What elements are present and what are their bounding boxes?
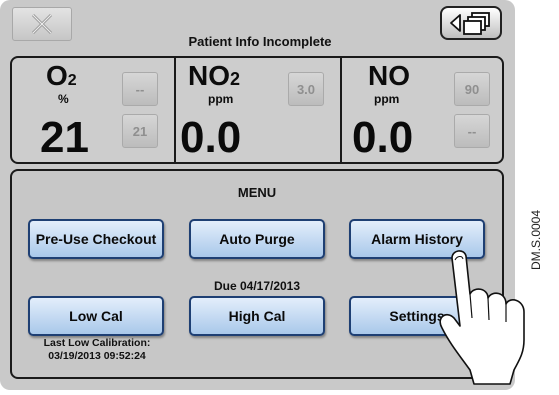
gas-value: 0.0: [180, 113, 242, 162]
close-x-icon: [31, 13, 53, 35]
low-alarm-limit[interactable]: --: [454, 114, 490, 148]
figure-code-text: DM.S.0004: [529, 209, 543, 271]
close-button[interactable]: [12, 7, 72, 41]
pre-use-checkout-button[interactable]: Pre-Use Checkout: [28, 219, 164, 259]
low-cal-button[interactable]: Low Cal: [28, 296, 164, 336]
high-alarm-limit[interactable]: 3.0: [288, 72, 324, 106]
high-alarm-limit[interactable]: 90: [454, 72, 490, 106]
low-alarm-limit[interactable]: 21: [122, 114, 158, 148]
gas-column-o2: O2 % 21 -- 21: [12, 58, 174, 162]
gas-label: NO2: [188, 60, 241, 91]
gas-value: 21: [40, 113, 89, 162]
last-low-cal-time: 03/19/2013 09:52:24: [48, 350, 146, 362]
overlapping-windows-icon: [450, 12, 490, 35]
gas-readout-panel: O2 % 21 -- 21 NO2 ppm 0.0 3.0 NO ppm 0.0…: [10, 56, 504, 164]
menu-title: MENU: [237, 185, 277, 200]
high-alarm-limit[interactable]: --: [122, 72, 158, 106]
high-cal-button[interactable]: High Cal: [189, 296, 325, 336]
gas-label: NO: [368, 60, 410, 91]
gas-unit: %: [58, 92, 69, 106]
last-low-cal-label: Last Low Calibration:: [43, 337, 151, 349]
high-cal-due-date: Due 04/17/2013: [213, 279, 301, 293]
gas-label: O2: [46, 60, 77, 91]
screens-button[interactable]: [440, 6, 502, 40]
gas-value: 0.0: [352, 113, 414, 162]
gas-unit: ppm: [374, 92, 400, 106]
figure-code: DM.S.0004: [526, 200, 546, 280]
pointing-hand-icon: [439, 250, 525, 385]
gas-unit: ppm: [208, 92, 234, 106]
gas-column-no: NO ppm 0.0 90 --: [342, 58, 504, 162]
auto-purge-button[interactable]: Auto Purge: [189, 219, 325, 259]
status-title: Patient Info Incomplete: [188, 34, 332, 49]
gas-column-no2: NO2 ppm 0.0 3.0: [176, 58, 340, 162]
